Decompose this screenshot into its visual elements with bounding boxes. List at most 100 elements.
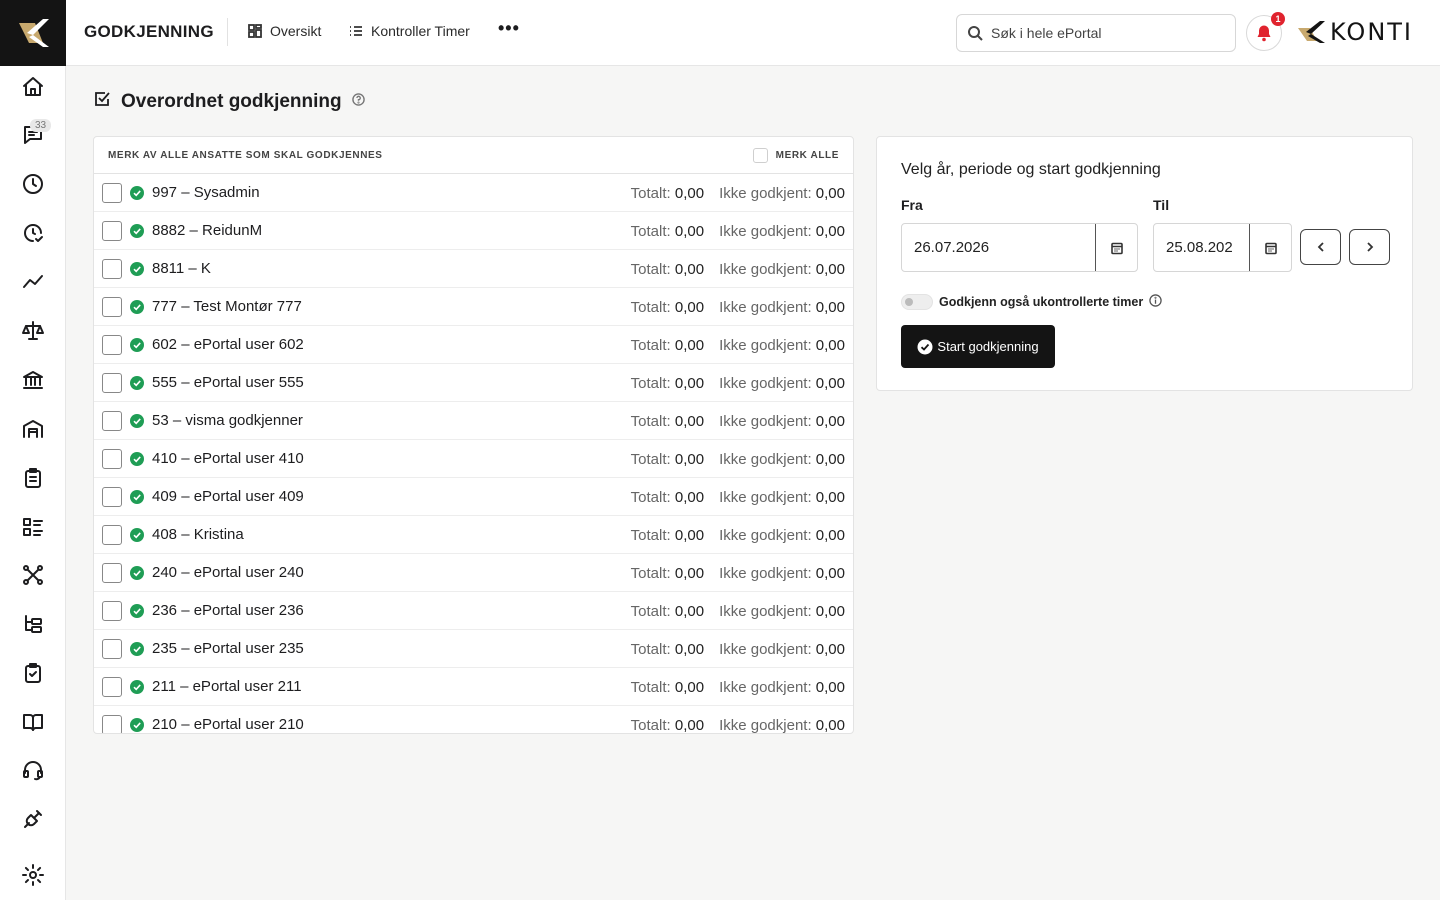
table-row[interactable]: 997 – Sysadmin Totalt: 0,00 Ikke godkjent:… (94, 174, 853, 212)
clipboard-icon (25, 468, 41, 488)
employee-totals: Totalt: 0,00 Ikke godkjent: 0,00 (631, 212, 845, 250)
from-date-value[interactable]: 26.07.2026 (902, 239, 1095, 256)
table-row[interactable]: 8882 – ReidunM Totalt: 0,00 Ikke godkjent:… (94, 212, 853, 250)
sidebar-item-warehouse[interactable] (0, 409, 66, 449)
sidebar-item-time-check[interactable] (0, 213, 66, 253)
sidebar-item-docs[interactable] (0, 702, 66, 742)
employee-checkbox[interactable] (102, 410, 122, 431)
approve-unchecked-label: Godkjenn også ukontrollerte timer (939, 295, 1144, 309)
table-row[interactable]: 409 – ePortal user 409 Totalt: 0,00 Ikke g… (94, 478, 853, 516)
sidebar-item-structure[interactable] (0, 604, 66, 644)
total-label: Totalt: (630, 260, 671, 278)
total-field: Totalt: 0,00 (631, 717, 704, 734)
sidebar-item-home[interactable] (0, 67, 66, 107)
sidebar-item-network[interactable] (0, 555, 66, 595)
employee-checkbox[interactable] (102, 714, 122, 733)
to-date-field[interactable]: 25.08.202 (1153, 223, 1292, 272)
tab-kontroller-timer[interactable]: Kontroller Timer (349, 23, 470, 39)
table-row[interactable]: 555 – ePortal user 555 Totalt: 0,00 Ikke g… (94, 364, 853, 402)
sidebar-item-bank[interactable] (0, 360, 66, 400)
sidebar-item-support[interactable] (0, 750, 66, 790)
table-row[interactable]: 236 – ePortal user 236 Totalt: 0,00 Ikke g… (94, 592, 853, 630)
search-box[interactable] (956, 14, 1236, 52)
to-calendar-button[interactable] (1249, 224, 1291, 271)
sidebar-item-tasks[interactable] (0, 458, 66, 498)
total-field: Totalt: 0,00 (631, 451, 704, 468)
approve-unchecked-toggle[interactable] (901, 294, 933, 310)
employee-checkbox[interactable] (102, 562, 122, 583)
employee-checkbox[interactable] (102, 448, 122, 469)
sidebar-item-messages[interactable]: 33 (0, 115, 66, 155)
sidebar-item-integrations[interactable] (0, 799, 66, 839)
unapproved-field: Ikke godkjent: 0,00 (719, 375, 845, 392)
table-row[interactable]: 777 – Test Montør 777 Totalt: 0,00 Ikke go… (94, 288, 853, 326)
total-value: 0,00 (674, 678, 705, 696)
header-divider (227, 18, 228, 46)
table-row[interactable]: 240 – ePortal user 240 Totalt: 0,00 Ikke g… (94, 554, 853, 592)
sidebar-item-trend[interactable] (0, 262, 66, 302)
table-row[interactable]: 410 – ePortal user 410 Totalt: 0,00 Ikke g… (94, 440, 853, 478)
total-label: Totalt: (630, 564, 671, 582)
brand-logo: KONTI (1298, 18, 1413, 46)
total-field: Totalt: 0,00 (631, 641, 704, 658)
sidebar-item-balance[interactable] (0, 311, 66, 351)
sidebar-item-checklist[interactable] (0, 507, 66, 547)
start-approval-label: Start godkjenning (937, 339, 1039, 354)
from-calendar-button[interactable] (1095, 224, 1137, 271)
tab-oversikt[interactable]: Oversikt (248, 23, 321, 39)
next-period-button[interactable] (1349, 229, 1390, 265)
employee-checkbox[interactable] (102, 372, 122, 393)
start-approval-button[interactable]: Start godkjenning (901, 325, 1055, 368)
employee-checkbox[interactable] (102, 638, 122, 659)
table-row[interactable]: 210 – ePortal user 210 Totalt: 0,00 Ikke g… (94, 706, 853, 734)
employee-checkbox[interactable] (102, 676, 122, 697)
table-row[interactable]: 602 – ePortal user 602 Totalt: 0,00 Ikke g… (94, 326, 853, 364)
mark-all-toggle[interactable]: MERK ALLE (752, 147, 839, 163)
chevron-right-icon (1366, 242, 1373, 252)
page-title: Overordnet godkjenning (121, 90, 342, 112)
employee-checkbox[interactable] (102, 182, 122, 203)
mark-all-checkbox[interactable] (752, 147, 768, 163)
total-label: Totalt: (630, 298, 671, 316)
employee-list-hint: MERK AV ALLE ANSATTE SOM SKAL GODKJENNES (108, 149, 383, 161)
sidebar-item-clock[interactable] (0, 164, 66, 204)
unapproved-field: Ikke godkjent: 0,00 (719, 603, 845, 620)
employee-checkbox[interactable] (102, 220, 122, 241)
sidebar-item-approval[interactable] (0, 653, 66, 693)
app-logo[interactable] (0, 0, 66, 66)
table-row[interactable]: 211 – ePortal user 211 Totalt: 0,00 Ikke g… (94, 668, 853, 706)
search-input[interactable] (991, 25, 1221, 41)
previous-period-button[interactable] (1300, 229, 1341, 265)
unapproved-value: 0,00 (815, 374, 845, 392)
employee-totals: Totalt: 0,00 Ikke godkjent: 0,00 (631, 326, 845, 364)
total-value: 0,00 (674, 450, 705, 468)
table-row[interactable]: 408 – Kristina Totalt: 0,00 Ikke godkjent:… (94, 516, 853, 554)
to-date-value[interactable]: 25.08.202 (1154, 239, 1249, 256)
warehouse-icon (23, 420, 43, 438)
more-menu-button[interactable]: ••• (498, 18, 520, 39)
total-value: 0,00 (674, 260, 705, 278)
check-circle-icon (130, 375, 144, 390)
employee-checkbox[interactable] (102, 600, 122, 621)
sidebar-item-settings[interactable] (0, 855, 66, 895)
employee-checkbox[interactable] (102, 486, 122, 507)
total-label: Totalt: (630, 222, 671, 240)
top-bar: GODKJENNING Oversikt Kontroller Timer ••… (66, 0, 1440, 66)
check-circle-icon (917, 339, 933, 354)
employee-totals: Totalt: 0,00 Ikke godkjent: 0,00 (631, 174, 845, 212)
total-label: Totalt: (630, 640, 671, 658)
notifications-button[interactable]: 1 (1246, 12, 1285, 51)
employee-checkbox[interactable] (102, 258, 122, 279)
table-row[interactable]: 53 – visma godkjenner Totalt: 0,00 Ikke go… (94, 402, 853, 440)
from-date-field[interactable]: 26.07.2026 (901, 223, 1138, 272)
info-icon[interactable] (1149, 294, 1162, 310)
employee-checkbox[interactable] (102, 296, 122, 317)
employee-totals: Totalt: 0,00 Ikke godkjent: 0,00 (631, 630, 845, 668)
employee-checkbox[interactable] (102, 524, 122, 545)
employee-checkbox[interactable] (102, 334, 122, 355)
table-row[interactable]: 235 – ePortal user 235 Totalt: 0,00 Ikke g… (94, 630, 853, 668)
employee-name: 211 – ePortal user 211 (152, 678, 302, 695)
help-icon[interactable] (351, 92, 365, 111)
clock-check-icon (24, 224, 43, 242)
table-row[interactable]: 8811 – K Totalt: 0,00 Ikke godkjent: 0,00 (94, 250, 853, 288)
